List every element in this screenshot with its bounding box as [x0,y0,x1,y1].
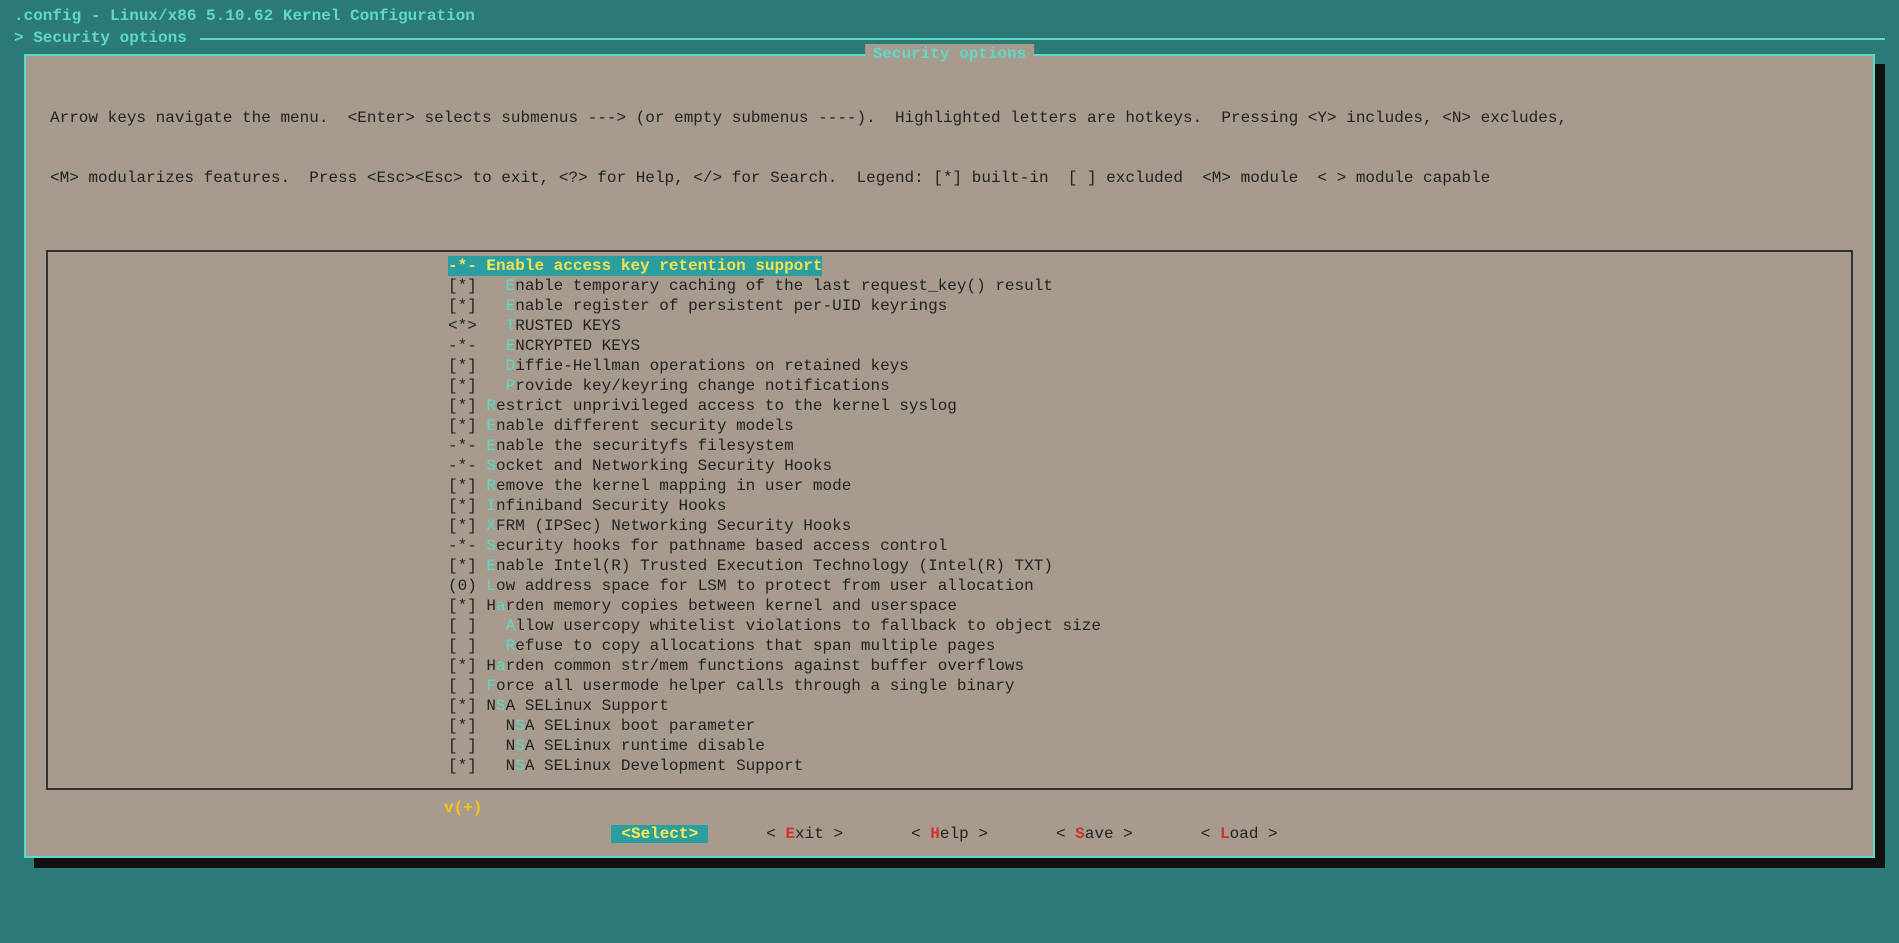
option-label: XFRM (IPSec) Networking Security Hooks [486,517,851,535]
option-label: Security hooks for pathname based access… [486,537,947,555]
option-mark: [*] [448,297,477,315]
option-label: ENCRYPTED KEYS [506,337,640,355]
option-label: Low address space for LSM to protect fro… [486,577,1033,595]
help-button[interactable]: < Help > [901,825,998,843]
config-option[interactable]: -*- Security hooks for pathname based ac… [48,536,1851,556]
config-option[interactable]: -*- Socket and Networking Security Hooks [48,456,1851,476]
option-mark: [*] [448,717,477,735]
config-option[interactable]: [*] Harden memory copies between kernel … [48,596,1851,616]
option-mark: [*] [448,357,477,375]
option-label: Harden memory copies between kernel and … [486,597,957,615]
option-mark: [*] [448,397,477,415]
config-option[interactable]: [*] NSA SELinux boot parameter [48,716,1851,736]
panel-title: Security options [865,44,1035,64]
config-option[interactable]: [*] Provide key/keyring change notificat… [48,376,1851,396]
option-label: NSA SELinux boot parameter [506,717,756,735]
option-mark: [ ] [448,637,477,655]
option-label: Restrict unprivileged access to the kern… [486,397,956,415]
button-bar: <Select> < Exit > < Help > < Save > < Lo… [38,818,1861,846]
option-mark: [*] [448,597,477,615]
option-mark: [*] [448,497,477,515]
option-label: Enable access key retention support [486,257,822,275]
config-option[interactable]: [*] Harden common str/mem functions agai… [48,656,1851,676]
breadcrumb-rule [200,38,1885,40]
breadcrumb-prefix: > [14,28,33,48]
option-label: Provide key/keyring change notifications [506,377,890,395]
option-label: Infiniband Security Hooks [486,497,726,515]
option-mark: [*] [448,557,477,575]
option-label: Refuse to copy allocations that span mul… [506,637,996,655]
scroll-indicator-down: v(+) [38,798,1861,818]
config-option[interactable]: [ ] Refuse to copy allocations that span… [48,636,1851,656]
config-option[interactable]: [ ] Force all usermode helper calls thro… [48,676,1851,696]
config-option[interactable]: -*- Enable access key retention support [448,256,822,276]
option-mark: -*- [448,257,477,275]
help-text: Arrow keys navigate the menu. <Enter> se… [38,62,1861,240]
option-mark: [*] [448,697,477,715]
option-mark: [*] [448,277,477,295]
option-label: TRUSTED KEYS [506,317,621,335]
option-mark: -*- [448,437,477,455]
option-mark: [ ] [448,677,477,695]
option-label: Enable different security models [486,417,793,435]
config-option[interactable]: [*] Diffie-Hellman operations on retaine… [48,356,1851,376]
option-label: NSA SELinux Support [486,697,668,715]
option-label: Harden common str/mem functions against … [486,657,1024,675]
option-label: Socket and Networking Security Hooks [486,457,832,475]
config-option[interactable]: [ ] NSA SELinux runtime disable [48,736,1851,756]
option-list[interactable]: -*- Enable access key retention support[… [46,250,1853,790]
option-label: Remove the kernel mapping in user mode [486,477,851,495]
config-option[interactable]: [*] Enable register of persistent per-UI… [48,296,1851,316]
option-label: NSA SELinux runtime disable [506,737,765,755]
option-mark: [*] [448,377,477,395]
option-mark: [*] [448,477,477,495]
option-mark: [ ] [448,617,477,635]
config-option[interactable]: [*] Remove the kernel mapping in user mo… [48,476,1851,496]
select-button[interactable]: <Select> [611,825,708,843]
config-option[interactable]: -*- Enable the securityfs filesystem [48,436,1851,456]
config-option[interactable]: [ ] Allow usercopy whitelist violations … [48,616,1851,636]
option-mark: -*- [448,337,477,355]
option-mark: [*] [448,757,477,775]
option-label: Enable Intel(R) Trusted Execution Techno… [486,557,1053,575]
exit-button[interactable]: < Exit > [756,825,853,843]
config-option[interactable]: [*] Restrict unprivileged access to the … [48,396,1851,416]
config-option[interactable]: [*] Infiniband Security Hooks [48,496,1851,516]
option-label: Diffie-Hellman operations on retained ke… [506,357,909,375]
help-line-1: Arrow keys navigate the menu. <Enter> se… [50,108,1849,128]
config-option[interactable]: -*- ENCRYPTED KEYS [48,336,1851,356]
option-mark: (0) [448,577,477,595]
help-line-2: <M> modularizes features. Press <Esc><Es… [50,168,1849,188]
config-option[interactable]: [*] NSA SELinux Support [48,696,1851,716]
dialog-panel: Security options Arrow keys navigate the… [24,54,1875,858]
config-option[interactable]: [*] Enable temporary caching of the last… [48,276,1851,296]
option-mark: [*] [448,517,477,535]
option-mark: [*] [448,417,477,435]
option-label: NSA SELinux Development Support [506,757,804,775]
option-label: Allow usercopy whitelist violations to f… [506,617,1101,635]
option-mark: -*- [448,457,477,475]
option-label: Enable temporary caching of the last req… [506,277,1053,295]
option-label: Enable register of persistent per-UID ke… [506,297,948,315]
config-option[interactable]: (0) Low address space for LSM to protect… [48,576,1851,596]
option-label: Force all usermode helper calls through … [486,677,1014,695]
load-button[interactable]: < Load > [1191,825,1288,843]
config-option[interactable]: [*] Enable Intel(R) Trusted Execution Te… [48,556,1851,576]
option-mark: [*] [448,657,477,675]
config-option[interactable]: <*> TRUSTED KEYS [48,316,1851,336]
option-label: Enable the securityfs filesystem [486,437,793,455]
save-button[interactable]: < Save > [1046,825,1143,843]
option-mark: <*> [448,317,477,335]
config-option[interactable]: [*] NSA SELinux Development Support [48,756,1851,776]
breadcrumb-text: Security options [33,28,187,48]
config-option[interactable]: [*] XFRM (IPSec) Networking Security Hoo… [48,516,1851,536]
window-title: .config - Linux/x86 5.10.62 Kernel Confi… [10,4,1889,28]
config-option[interactable]: [*] Enable different security models [48,416,1851,436]
option-mark: [ ] [448,737,477,755]
option-mark: -*- [448,537,477,555]
